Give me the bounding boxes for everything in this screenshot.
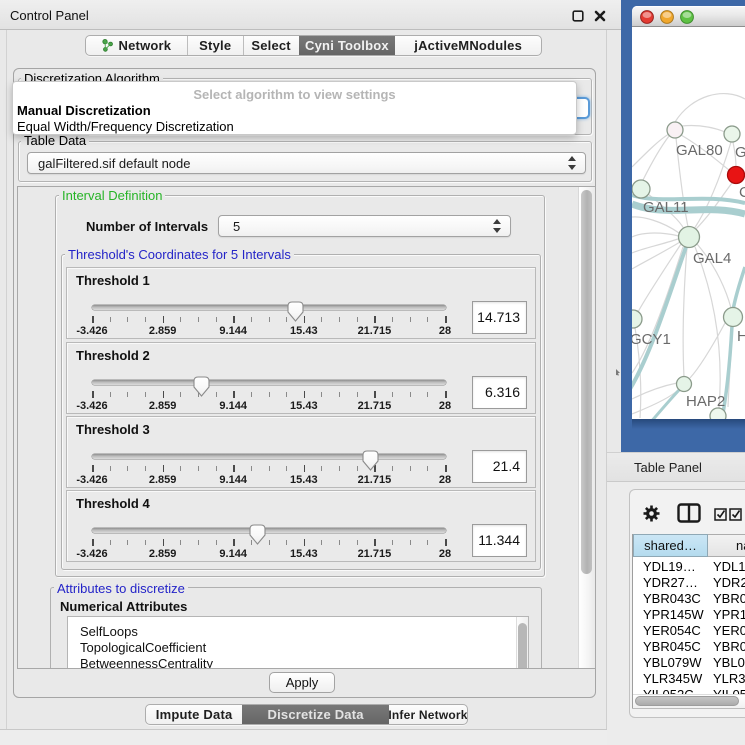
svg-text:GAL80: GAL80 (676, 142, 723, 159)
svg-text:GA: GA (735, 144, 745, 161)
svg-text:GAL11: GAL11 (643, 199, 689, 216)
svg-text:C: C (739, 184, 745, 201)
svg-text:H: H (737, 328, 745, 345)
svg-text:GAL4: GAL4 (693, 250, 731, 267)
svg-text:HAP2: HAP2 (686, 393, 725, 410)
svg-text:GCY1: GCY1 (632, 331, 671, 348)
